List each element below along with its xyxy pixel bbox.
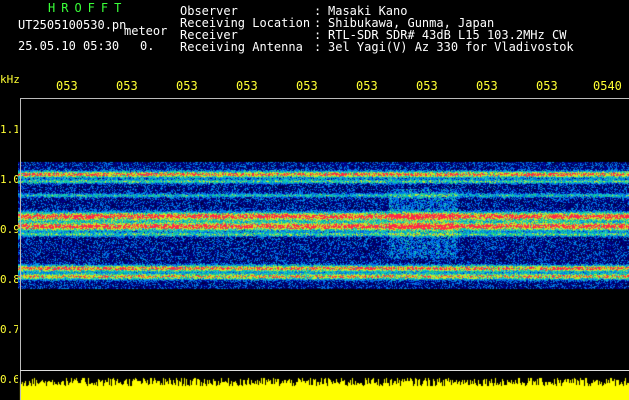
x-tick-label: 053 (56, 79, 78, 93)
y-tick-label: 0.7 (0, 323, 20, 336)
brand-title: HROFFT (48, 1, 128, 15)
antenna-colon: : (314, 40, 322, 54)
x-tick-label: 0540 (593, 79, 622, 93)
spectrogram-display (18, 98, 629, 400)
x-tick-label: 053 (476, 79, 498, 93)
y-tick-label: 1.0 (0, 173, 20, 186)
x-tick-label: 053 (176, 79, 198, 93)
file-name: UT2505100530.pn (18, 18, 127, 32)
meteor-count: 0. (140, 39, 155, 53)
y-tick-label: 0.9 (0, 223, 20, 236)
x-tick-label: 053 (236, 79, 258, 93)
y-axis-line (20, 98, 21, 400)
signal-baseline (20, 370, 629, 371)
x-axis-line (20, 98, 629, 99)
y-axis-unit: kHz (0, 73, 20, 86)
antenna-label: Receiving Antenna (180, 40, 303, 54)
y-tick-label: 0.6 (0, 373, 20, 386)
meteor-label: meteor (124, 24, 168, 38)
y-tick-label: 0.8 (0, 273, 20, 286)
x-tick-label: 053 (416, 79, 438, 93)
x-tick-label: 053 (296, 79, 318, 93)
x-tick-label: 053 (356, 79, 378, 93)
x-tick-label: 053 (536, 79, 558, 93)
x-tick-label: 053 (116, 79, 138, 93)
date-time: 25.05.10 05:30 (18, 39, 120, 53)
antenna-value: 3el Yagi(V) Az 330 for Vladivostok (328, 40, 574, 54)
y-tick-label: 1.1 (0, 123, 20, 136)
